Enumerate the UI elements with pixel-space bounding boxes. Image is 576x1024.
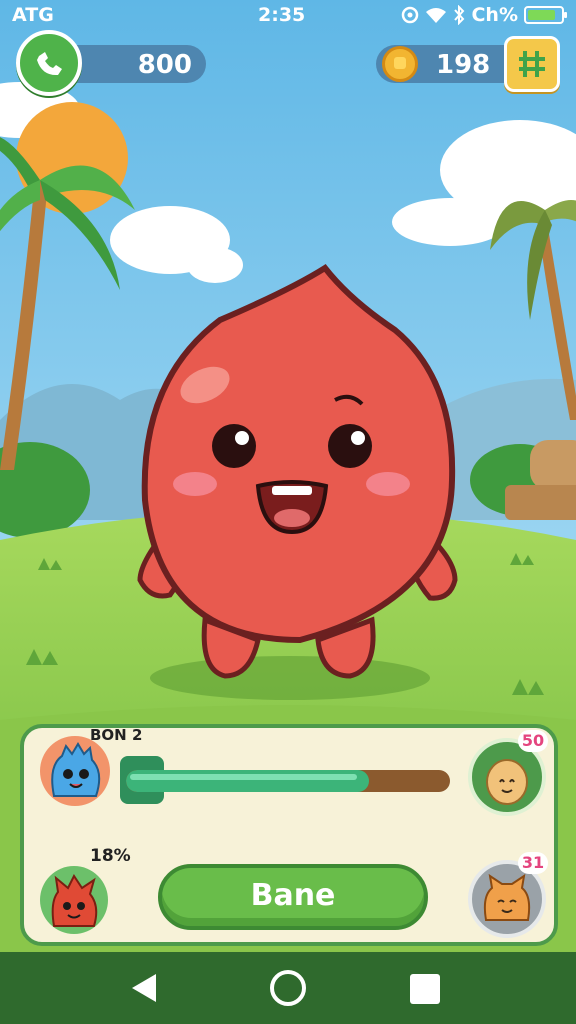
coins-value: 198 <box>436 50 491 80</box>
clock: 2:35 <box>258 4 306 26</box>
bluetooth-icon <box>454 5 465 25</box>
back-icon[interactable] <box>126 972 162 1004</box>
battery-percent: Ch% <box>471 4 518 26</box>
status-panel: BON 2 18% Bane 50 31 <box>20 724 558 946</box>
notification-badge-bottom: 31 <box>518 852 548 874</box>
red-monster-avatar[interactable] <box>40 866 108 934</box>
coin-icon <box>382 46 418 82</box>
menu-grid-button[interactable] <box>504 36 560 92</box>
wifi-icon <box>426 8 447 23</box>
grid-icon <box>519 51 545 77</box>
carrier-label: ATG <box>12 4 54 26</box>
progress-bar <box>126 770 450 792</box>
status-bar: ATG 2:35 Ch% <box>0 0 576 30</box>
location-icon <box>402 6 419 24</box>
action-button[interactable]: Bane <box>158 864 428 930</box>
phone-icon <box>37 52 62 76</box>
status-icons: Ch% <box>401 4 567 26</box>
home-icon[interactable] <box>270 970 306 1006</box>
percent-label: 18% <box>90 846 131 866</box>
progress-fill <box>126 770 369 792</box>
level-label: BON 2 <box>90 726 143 744</box>
recent-apps-icon[interactable] <box>410 974 440 1004</box>
battery-fill <box>528 10 555 20</box>
phone-button[interactable] <box>16 30 82 96</box>
navigation-bar <box>0 952 576 1024</box>
score-value: 800 <box>137 50 192 80</box>
battery-icon <box>524 6 567 24</box>
blue-monster-avatar[interactable] <box>40 736 110 806</box>
notification-badge-top: 50 <box>518 730 548 752</box>
